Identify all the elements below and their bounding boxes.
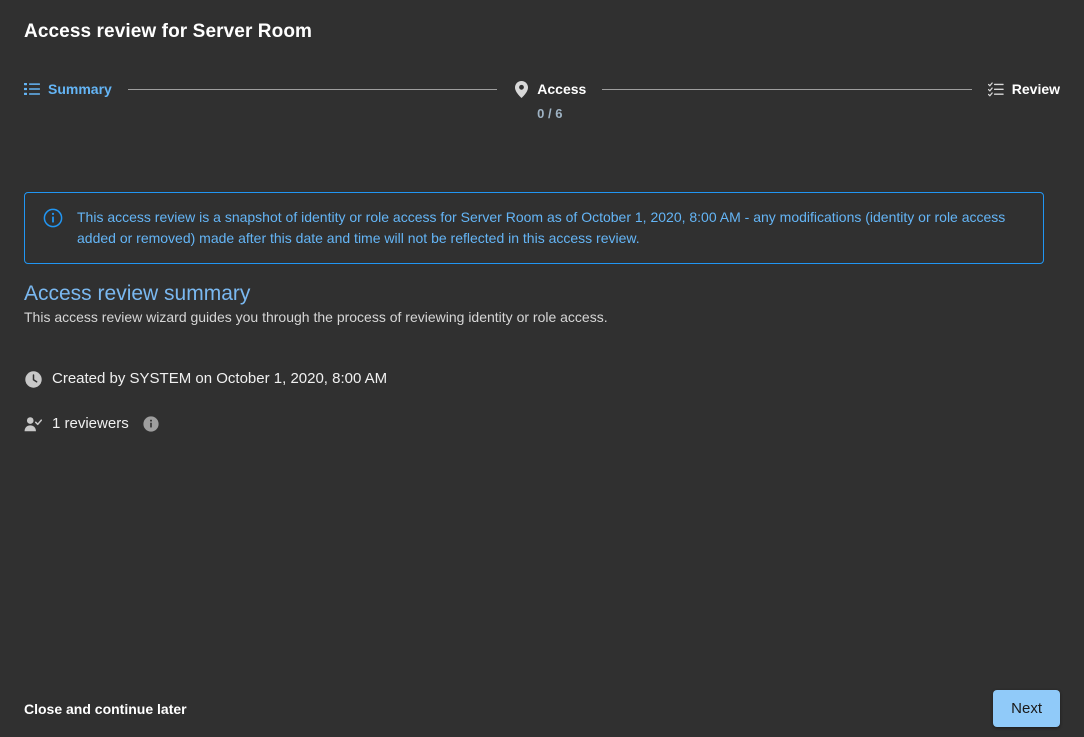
next-button[interactable]: Next: [993, 690, 1060, 727]
close-and-continue-later-link[interactable]: Close and continue later: [24, 700, 187, 718]
info-filled-icon[interactable]: [143, 416, 159, 432]
wizard-stepper: Summary Access 0 / 6 Review: [24, 78, 1060, 134]
step-summary-row: Summary: [24, 78, 112, 100]
step-review[interactable]: Review: [987, 78, 1061, 100]
section-title: Access review summary: [24, 282, 251, 305]
step-access-counter: 0 / 6: [537, 106, 563, 121]
info-circle-icon: [43, 208, 63, 228]
step-summary[interactable]: Summary: [24, 78, 112, 100]
created-by-row: Created by SYSTEM on October 1, 2020, 8:…: [24, 367, 387, 391]
checklist-icon: [987, 81, 1004, 97]
person-check-icon: [24, 415, 42, 433]
section-description: This access review wizard guides you thr…: [24, 309, 608, 325]
created-by-text: Created by SYSTEM on October 1, 2020, 8:…: [52, 370, 388, 387]
step-access-label: Access: [537, 81, 587, 97]
page-title: Access review for Server Room: [24, 21, 313, 42]
reviewers-row: 1 reviewers: [24, 412, 159, 436]
stepper-connector-2: [602, 89, 972, 90]
step-summary-label: Summary: [48, 81, 112, 97]
step-review-label: Review: [1011, 81, 1061, 97]
step-access-row: Access: [513, 78, 586, 100]
info-banner: This access review is a snapshot of iden…: [24, 192, 1044, 264]
step-review-row: Review: [987, 78, 1061, 100]
step-access[interactable]: Access 0 / 6: [513, 78, 586, 122]
wizard-footer: Close and continue later Next: [0, 680, 1084, 737]
info-banner-text: This access review is a snapshot of iden…: [77, 209, 1006, 246]
reviewers-text: 1 reviewers: [52, 415, 129, 432]
clock-icon: [24, 370, 42, 388]
location-pin-icon: [513, 80, 529, 98]
stepper-connector-1: [127, 89, 498, 90]
list-icon: [24, 81, 40, 97]
